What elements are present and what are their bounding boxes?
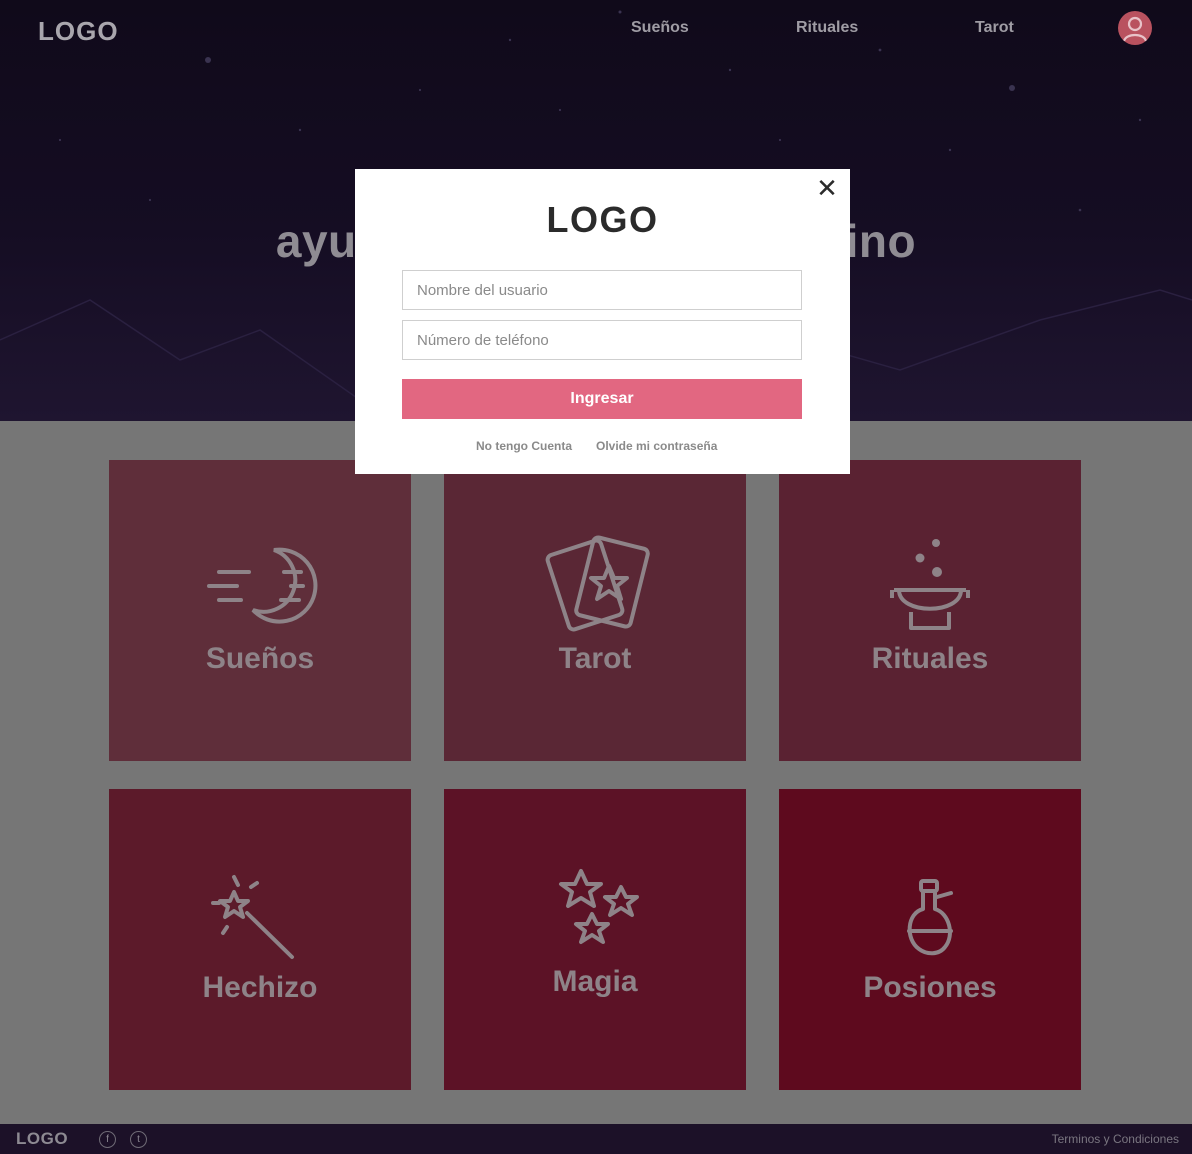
close-icon[interactable]: ✕ — [816, 175, 838, 201]
footer-logo[interactable]: LOGO — [16, 1129, 68, 1149]
login-button[interactable]: Ingresar — [402, 379, 802, 419]
tile-label: Tarot — [558, 642, 632, 675]
stars-icon — [559, 869, 639, 944]
login-modal: ✕ LOGO Ingresar No tengo Cuenta Olvide m… — [355, 169, 850, 474]
tile-label: Rituales — [871, 642, 989, 675]
potion-icon — [907, 879, 953, 956]
nav-link-rituales[interactable]: Rituales — [796, 19, 858, 37]
magic-wand-icon — [211, 875, 294, 959]
username-input[interactable] — [402, 270, 802, 310]
nav-link-suenos[interactable]: Sueños — [631, 19, 689, 37]
facebook-icon[interactable]: f — [99, 1131, 116, 1148]
modal-logo: LOGO — [546, 199, 659, 240]
tile-label: Sueños — [205, 642, 315, 675]
tile-tarot[interactable]: Tarot — [444, 460, 746, 761]
tile-magia[interactable]: Magia — [444, 789, 746, 1090]
tile-suenos[interactable]: Sueños — [109, 460, 411, 761]
tile-label: Posiones — [863, 971, 997, 1004]
tile-rituales[interactable]: Rituales — [779, 460, 1081, 761]
no-account-link[interactable]: No tengo Cuenta — [476, 439, 572, 453]
tile-label: Magia — [552, 965, 638, 998]
tile-hechizo[interactable]: Hechizo — [109, 789, 411, 1090]
forgot-password-link[interactable]: Olvide mi contraseña — [596, 439, 717, 453]
twitter-icon[interactable]: t — [130, 1131, 147, 1148]
user-avatar-icon[interactable] — [1118, 11, 1152, 45]
nav-link-tarot[interactable]: Tarot — [975, 19, 1014, 37]
moon-icon — [207, 547, 318, 624]
nav-logo[interactable]: LOGO — [38, 16, 119, 47]
tile-posiones[interactable]: Posiones — [779, 789, 1081, 1090]
tile-label: Hechizo — [202, 971, 318, 1004]
terms-link[interactable]: Terminos y Condiciones — [1052, 1132, 1179, 1146]
tarot-cards-icon — [545, 535, 650, 632]
user-icon — [1122, 16, 1148, 42]
footer: LOGO f t Terminos y Condiciones — [0, 1124, 1192, 1154]
phone-input[interactable] — [402, 320, 802, 360]
cauldron-icon — [890, 539, 970, 630]
